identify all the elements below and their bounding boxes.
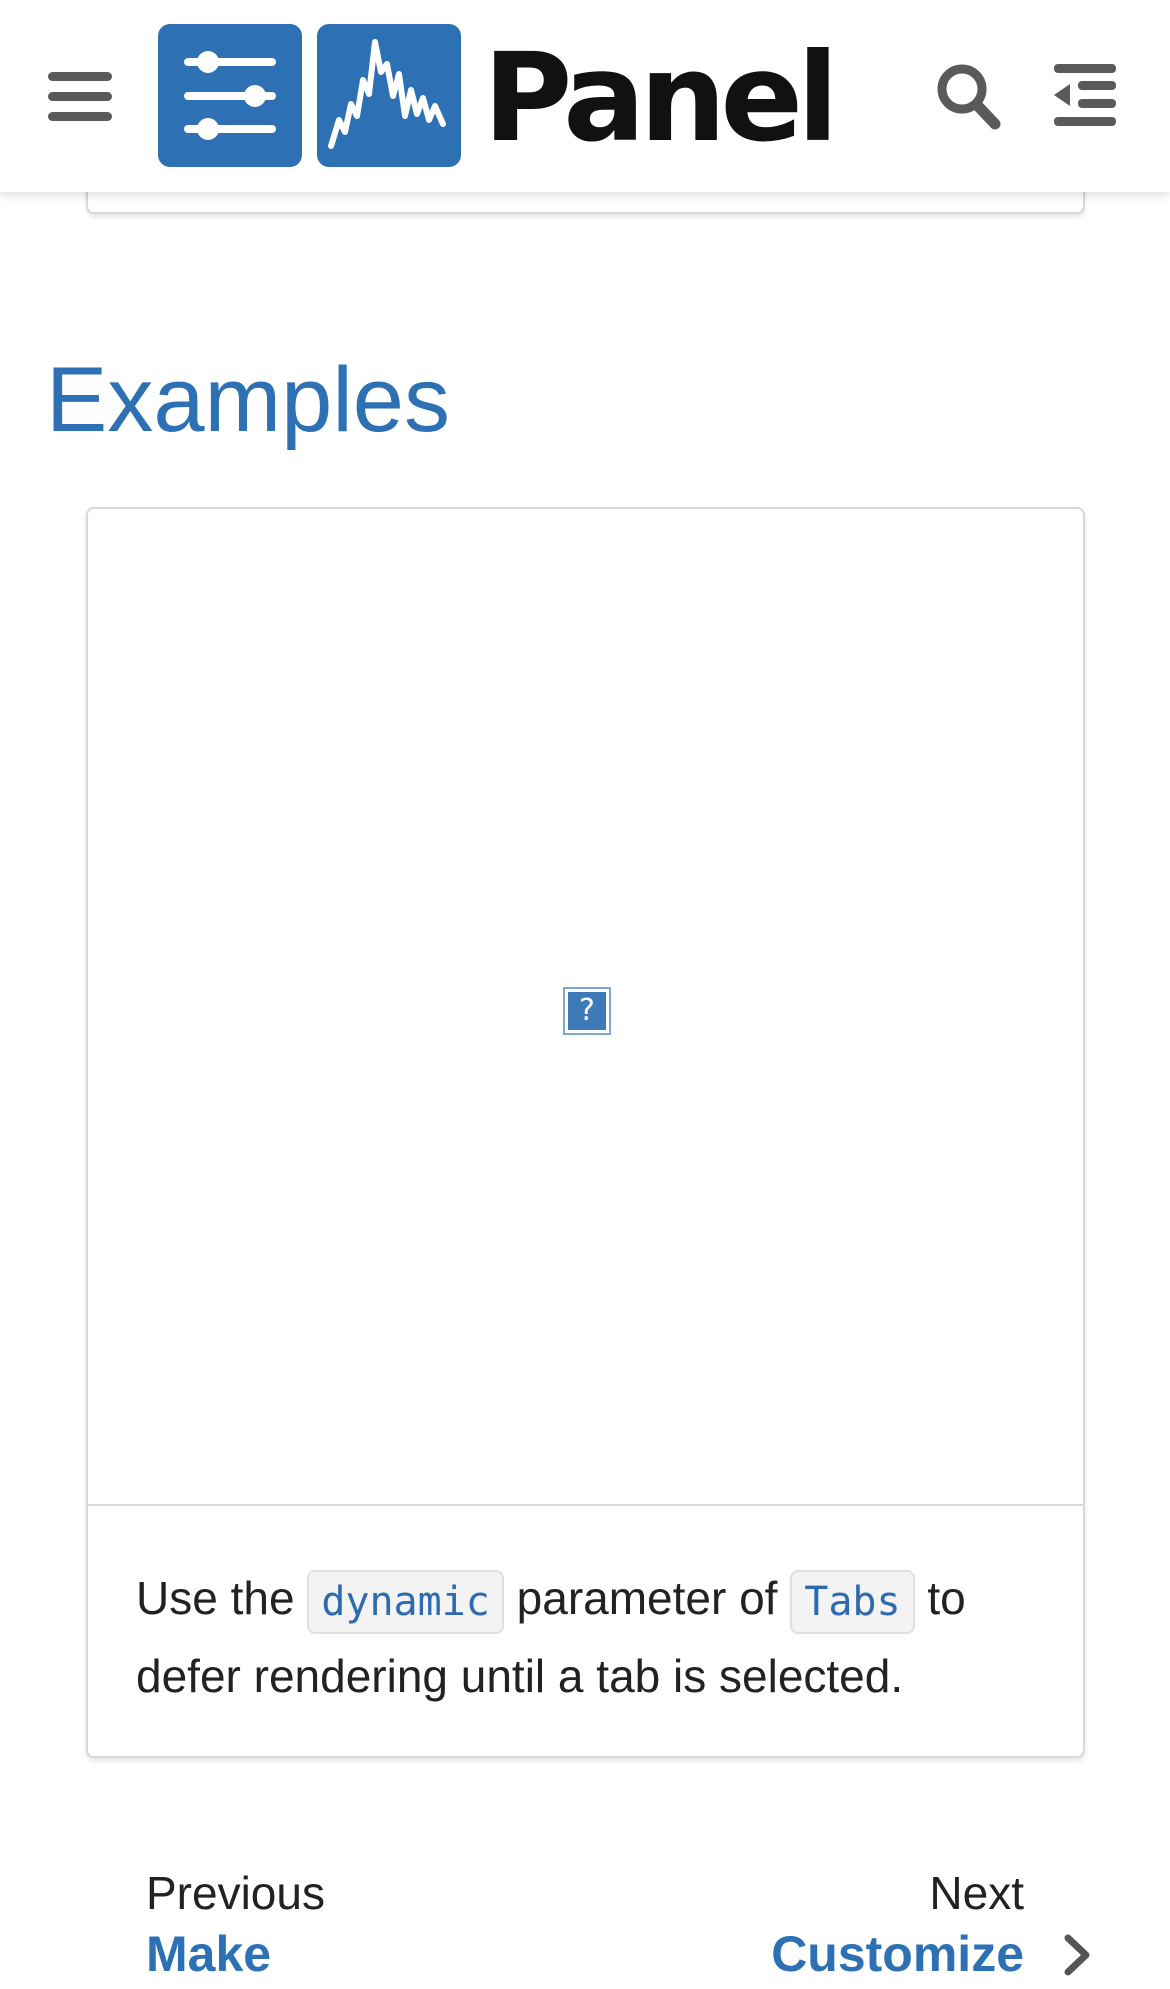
caption-text-1: Use the (136, 1572, 308, 1624)
hamburger-menu-icon[interactable] (48, 68, 112, 124)
page: Panel Examples ? Use the dynamic paramet… (0, 0, 1170, 1989)
search-icon[interactable] (933, 60, 1003, 132)
sliders-logo-icon[interactable] (158, 24, 302, 167)
top-header: Panel (0, 0, 1170, 192)
next-label: Next (929, 1867, 1024, 1919)
caption-text-2: parameter of (503, 1572, 791, 1624)
next-page-link[interactable]: Customize (771, 1924, 1024, 1984)
logo-text[interactable]: Panel (483, 28, 839, 168)
previous-page-link[interactable]: Make (146, 1924, 271, 1984)
code-tabs: Tabs (790, 1569, 915, 1634)
example-card: ? Use the dynamic parameter of Tabs to d… (86, 507, 1085, 1758)
broken-image-glyph: ? (568, 992, 606, 1030)
toc-collapse-icon[interactable] (1052, 62, 1118, 128)
example-caption: Use the dynamic parameter of Tabs to def… (136, 1559, 1056, 1715)
chevron-right-icon[interactable] (1062, 1932, 1092, 1978)
chart-line-logo-icon[interactable] (317, 24, 461, 167)
code-dynamic: dynamic (307, 1569, 504, 1634)
example-image-area: ? (88, 509, 1083, 1506)
section-heading: Examples (46, 349, 450, 451)
broken-image-icon: ? (563, 987, 611, 1035)
previous-label: Previous (146, 1867, 325, 1919)
